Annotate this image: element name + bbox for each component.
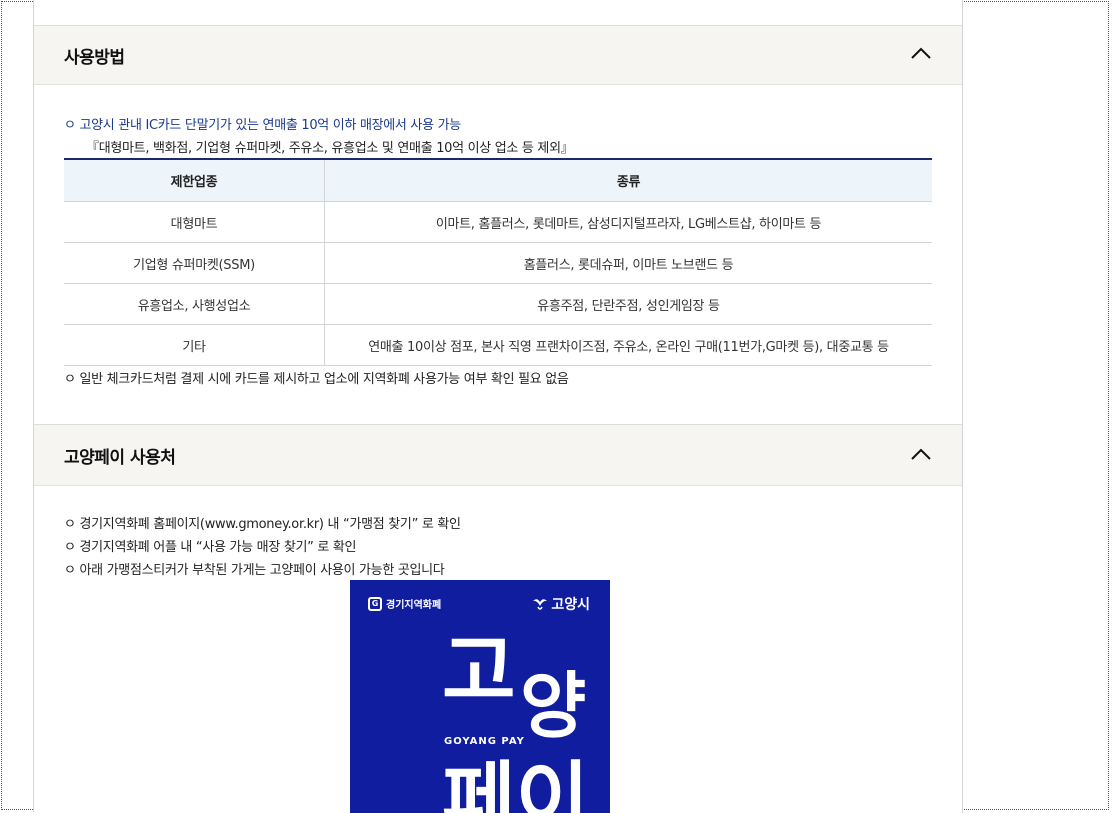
merchants-line-1: ㅇ 경기지역화폐 홈페이지(www.gmoney.or.kr) 내 “가맹점 찾… bbox=[64, 517, 461, 532]
goyang-city-logo: 고양시 bbox=[532, 594, 590, 614]
section-usage-title: 사용방법 bbox=[64, 48, 125, 68]
gmoney-logo: G 경기지역화폐 bbox=[368, 596, 441, 611]
table-row: 대형마트 이마트, 홈플러스, 롯데마트, 삼성디지털프라자, LG베스트샵, … bbox=[64, 201, 932, 243]
table-cell: 기업형 슈퍼마켓(SSM) bbox=[64, 242, 325, 284]
chevron-up-icon[interactable] bbox=[910, 447, 932, 461]
usage-note: ㅇ 일반 체크카드처럼 결제 시에 카드를 제시하고 업소에 지역화폐 사용가능… bbox=[64, 372, 569, 387]
usage-line-1: ㅇ 고양시 관내 IC카드 단말기가 있는 연매출 10억 이하 매장에서 사용… bbox=[64, 118, 461, 133]
chevron-up-icon[interactable] bbox=[910, 46, 932, 60]
table-cell: 연매출 10이상 점포, 본사 직영 프랜차이즈점, 주유소, 온라인 구매(1… bbox=[324, 324, 932, 366]
section-merchants-header[interactable]: 고양페이 사용처 bbox=[34, 424, 962, 486]
poster-text-yang: 양 bbox=[520, 664, 587, 748]
section-merchants-title: 고양페이 사용처 bbox=[64, 448, 176, 468]
merchants-line-3: ㅇ 아래 가맹점스티커가 부착된 가게는 고양페이 사용이 가능한 곳입니다 bbox=[64, 563, 445, 578]
goyang-pay-sticker-image: G 경기지역화폐 고양시 고 양 GOYANG PAY 페이 bbox=[350, 580, 610, 813]
content-panel: 사용방법 ㅇ 고양시 관내 IC카드 단말기가 있는 연매출 10억 이하 매장… bbox=[33, 0, 963, 813]
poster-text-pay: 페이 bbox=[442, 753, 590, 813]
poster-subtitle: GOYANG PAY bbox=[444, 736, 525, 747]
table-cell: 이마트, 홈플러스, 롯데마트, 삼성디지털프라자, LG베스트샵, 하이마트 … bbox=[324, 201, 932, 243]
gmoney-logo-text: 경기지역화폐 bbox=[386, 600, 442, 611]
table-cell: 유흥업소, 사행성업소 bbox=[64, 283, 325, 325]
table-cell: 유흥주점, 단란주점, 성인게임장 등 bbox=[324, 283, 932, 325]
goyang-symbol-icon bbox=[533, 599, 548, 610]
goyang-city-text: 고양시 bbox=[551, 597, 590, 613]
table-header-category: 제한업종 bbox=[64, 158, 325, 202]
table-row: 기업형 슈퍼마켓(SSM) 홈플러스, 롯데슈퍼, 이마트 노브랜드 등 bbox=[64, 242, 932, 284]
table-header-row: 제한업종 종류 bbox=[64, 158, 932, 202]
table-row: 기타 연매출 10이상 점포, 본사 직영 프랜차이즈점, 주유소, 온라인 구… bbox=[64, 324, 932, 366]
table-cell: 대형마트 bbox=[64, 201, 325, 243]
usage-line-2: 『대형마트, 백화점, 기업형 슈퍼마켓, 주유소, 유흥업소 및 연매출 10… bbox=[86, 141, 574, 156]
restriction-table: 제한업종 종류 대형마트 이마트, 홈플러스, 롯데마트, 삼성디지털프라자, … bbox=[64, 158, 932, 366]
table-row: 유흥업소, 사행성업소 유흥주점, 단란주점, 성인게임장 등 bbox=[64, 283, 932, 325]
g-badge-icon: G bbox=[368, 596, 382, 611]
section-usage-header[interactable]: 사용방법 bbox=[34, 25, 962, 85]
merchants-line-2: ㅇ 경기지역화폐 어플 내 “사용 가능 매장 찾기” 로 확인 bbox=[64, 540, 357, 555]
poster-text-go: 고 bbox=[442, 625, 516, 718]
table-cell: 홈플러스, 롯데슈퍼, 이마트 노브랜드 등 bbox=[324, 242, 932, 284]
table-header-kind: 종류 bbox=[324, 158, 932, 202]
table-cell: 기타 bbox=[64, 324, 325, 366]
